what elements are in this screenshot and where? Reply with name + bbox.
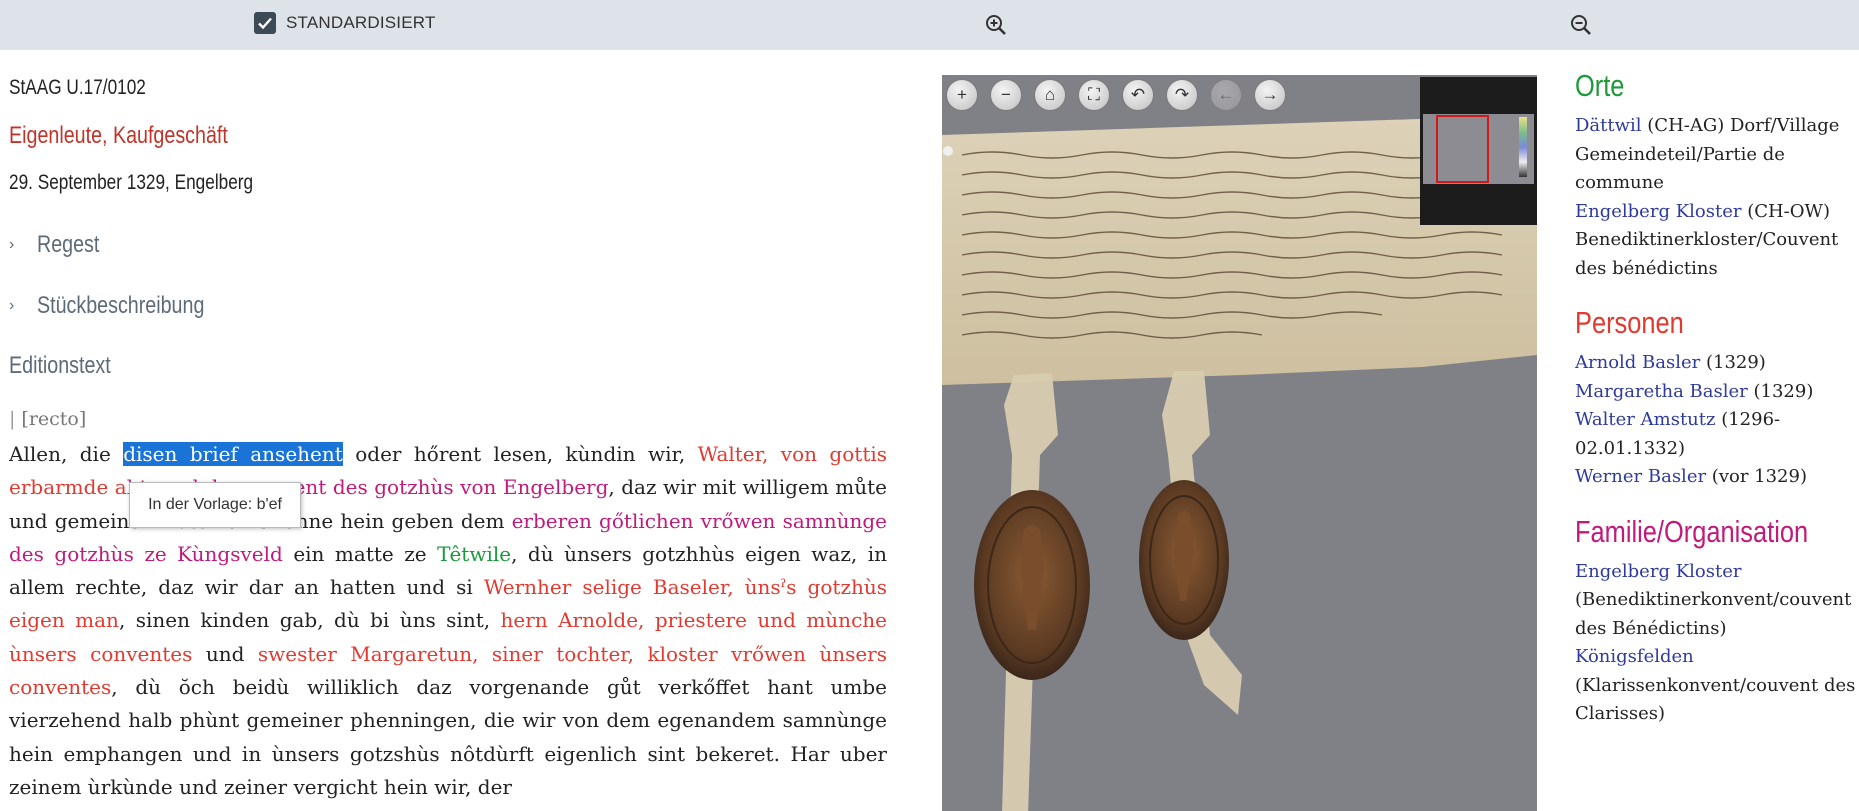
stueckbeschreibung-toggle[interactable]: › Stückbeschreibung — [9, 292, 241, 320]
document-date: 29. September 1329, Engelberg — [9, 171, 254, 194]
places-list: Dättwil (CH-AG) Dorf/Village Gemeindetei… — [1575, 112, 1859, 283]
edition-heading: Editionstext — [9, 352, 111, 379]
chevron-right-icon: › — [9, 297, 15, 314]
place-link[interactable]: Engelberg Kloster — [1575, 201, 1741, 222]
person-entry: Werner Basler (vor 1329) — [1575, 463, 1859, 492]
checkmark-icon — [258, 17, 272, 30]
place-entry: Engelberg Kloster (CH-OW) Benediktinerkl… — [1575, 198, 1859, 284]
text-segment: oder hőrent lesen, kùndin wir, — [342, 442, 698, 466]
organisations-heading: Familie/Organisation — [1575, 513, 1809, 549]
place-link[interactable]: Dättwil — [1575, 115, 1642, 136]
regest-toggle[interactable]: › Regest — [9, 231, 113, 259]
standardized-toggle[interactable]: STANDARDISIERT — [254, 12, 436, 34]
fullscreen-button[interactable]: ⛶ — [1078, 79, 1110, 111]
person-detail: (1329) — [1700, 352, 1766, 373]
next-page-button[interactable]: → — [1254, 79, 1286, 111]
image-viewer[interactable]: + − ⌂ ⛶ ↶ ↷ ← → — [942, 75, 1537, 811]
place-reference[interactable]: Têtwile — [437, 542, 511, 566]
organisation-link[interactable]: Königsfelden — [1575, 646, 1694, 667]
document-panel: StAAG U.17/0102 Eigenleute, Kaufgeschäft… — [9, 50, 889, 811]
text-segment: , dù ŏch beidù williklich daz vorgenande… — [9, 675, 887, 799]
fullscreen-icon: ⛶ — [1088, 85, 1100, 104]
person-link[interactable]: Arnold Basler — [1575, 352, 1700, 373]
color-chart-strip — [1519, 117, 1527, 177]
rotate-right-icon: ↷ — [1174, 85, 1190, 104]
standardized-label: STANDARDISIERT — [286, 13, 436, 32]
person-detail: (1329) — [1747, 380, 1814, 402]
text-segment: , sinen kinden gab, dù bi ùns sint, — [118, 608, 501, 633]
top-toolbar: STANDARDISIERT — [0, 0, 1859, 50]
place-entry: Dättwil (CH-AG) Dorf/Village Gemeindetei… — [1575, 112, 1859, 198]
stueckbeschreibung-label: Stückbeschreibung — [37, 292, 205, 319]
zoom-out-icon[interactable] — [1569, 13, 1593, 37]
entities-panel: Orte Dättwil (CH-AG) Dorf/Village Gemein… — [1575, 50, 1859, 811]
rotate-left-button[interactable]: ↶ — [1122, 79, 1154, 111]
zoom-in-icon[interactable] — [984, 13, 1008, 37]
home-button[interactable]: ⌂ — [1034, 79, 1066, 111]
organisation-entry: Königsfelden (Klarissenkonvent/couvent d… — [1575, 643, 1859, 729]
home-icon: ⌂ — [1044, 85, 1056, 104]
abbreviation-tooltip: In der Vorlage: b'ef — [129, 482, 301, 528]
chevron-right-icon: › — [9, 236, 15, 253]
organisation-detail: (Benediktinerkonvent/couvent des Bénédic… — [1575, 589, 1852, 639]
document-category: Eigenleute, Kaufgeschäft — [9, 122, 228, 149]
minus-icon: − — [1001, 85, 1011, 104]
arrow-right-icon: → — [1261, 85, 1279, 104]
selected-text[interactable]: disen brief ansehent — [123, 442, 343, 466]
viewer-toolbar: + − ⌂ ⛶ ↶ ↷ ← → — [946, 79, 1286, 111]
minimap-viewport[interactable] — [1436, 115, 1489, 183]
persons-list: Arnold Basler (1329) Margaretha Basler (… — [1575, 349, 1859, 492]
organisation-link[interactable]: Engelberg Kloster — [1575, 561, 1741, 582]
person-entry: Arnold Basler (1329) — [1575, 349, 1859, 378]
regest-label: Regest — [37, 231, 100, 258]
text-segment: und — [192, 641, 258, 666]
rotate-left-icon: ↶ — [1130, 85, 1146, 104]
places-heading: Orte — [1575, 68, 1625, 103]
persons-heading: Personen — [1575, 305, 1684, 340]
person-entry: Walter Amstutz (1296-02.01.1332) — [1575, 406, 1859, 463]
person-entry: Margaretha Basler (1329) — [1575, 378, 1859, 407]
person-link[interactable]: Margaretha Basler — [1575, 381, 1748, 402]
recto-marker: | [recto] — [9, 408, 87, 430]
organisation-entry: Engelberg Kloster (Benediktinerkonvent/c… — [1575, 558, 1859, 644]
plus-icon: + — [957, 85, 967, 104]
recto-label: [recto] — [21, 408, 87, 430]
organisations-list: Engelberg Kloster (Benediktinerkonvent/c… — [1575, 558, 1859, 729]
text-segment: ein matte ze — [282, 541, 438, 566]
zoom-out-button[interactable]: − — [990, 79, 1022, 111]
standardized-checkbox[interactable] — [254, 12, 276, 34]
navigator-minimap[interactable] — [1420, 77, 1537, 225]
rotate-right-button[interactable]: ↷ — [1166, 79, 1198, 111]
person-detail: (vor 1329) — [1706, 466, 1807, 487]
person-link[interactable]: Walter Amstutz — [1575, 409, 1715, 430]
person-link[interactable]: Werner Basler — [1575, 466, 1706, 487]
previous-page-button[interactable]: ← — [1210, 79, 1242, 111]
archive-signature: StAAG U.17/0102 — [9, 76, 146, 99]
arrow-left-icon: ← — [1217, 85, 1235, 104]
text-segment: Allen, die — [9, 442, 124, 466]
zoom-in-button[interactable]: + — [946, 79, 978, 111]
organisation-detail: (Klarissenkonvent/couvent des Clarisses) — [1575, 674, 1856, 725]
